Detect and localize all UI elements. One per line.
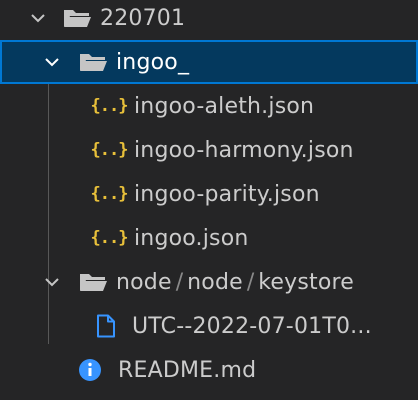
tree-item-file-keystore[interactable]: UTC--2022-07-01T0... xyxy=(0,304,418,348)
chevron-down-icon[interactable] xyxy=(40,50,64,74)
json-braces-icon: {..} xyxy=(90,184,129,204)
file-label: README.md xyxy=(118,357,257,383)
tree-item-file-ingoo-aleth[interactable]: {..} ingoo-aleth.json xyxy=(0,84,418,128)
file-explorer-tree: 220701 ingoo_ {..} ingoo-aleth.json {..}… xyxy=(0,0,418,400)
path-separator: / xyxy=(246,269,255,295)
folder-label: ingoo_ xyxy=(116,49,190,75)
json-braces-icon: {..} xyxy=(90,228,129,248)
compact-folder-segment[interactable]: node xyxy=(116,270,172,295)
chevron-down-icon[interactable] xyxy=(40,270,64,294)
json-braces-icon: {..} xyxy=(90,140,129,160)
info-icon xyxy=(76,358,104,382)
tree-item-folder-220701[interactable]: 220701 xyxy=(0,0,418,40)
folder-open-icon xyxy=(76,270,110,294)
tree-item-file-ingoo-harmony[interactable]: {..} ingoo-harmony.json xyxy=(0,128,418,172)
compact-folder-segment[interactable]: keystore xyxy=(258,270,354,295)
tree-item-file-readme[interactable]: README.md xyxy=(0,348,418,392)
folder-open-icon xyxy=(76,50,110,74)
folder-label: 220701 xyxy=(100,5,186,31)
file-icon xyxy=(92,314,120,338)
file-label: ingoo-aleth.json xyxy=(134,93,315,119)
file-label: ingoo.json xyxy=(134,225,249,251)
compact-folder-segment[interactable]: node xyxy=(187,270,243,295)
chevron-down-icon[interactable] xyxy=(26,6,50,30)
file-label: UTC--2022-07-01T0... xyxy=(132,313,372,339)
tree-item-folder-ingoo[interactable]: ingoo_ xyxy=(0,40,418,84)
file-label: ingoo-parity.json xyxy=(134,181,320,207)
tree-item-folder-node-keystore[interactable]: node / node / keystore xyxy=(0,260,418,304)
folder-open-icon xyxy=(60,6,94,30)
json-braces-icon: {..} xyxy=(90,96,129,116)
tree-item-file-ingoo[interactable]: {..} ingoo.json xyxy=(0,216,418,260)
tree-item-file-ingoo-parity[interactable]: {..} ingoo-parity.json xyxy=(0,172,418,216)
file-label: ingoo-harmony.json xyxy=(134,137,354,163)
path-separator: / xyxy=(175,269,184,295)
